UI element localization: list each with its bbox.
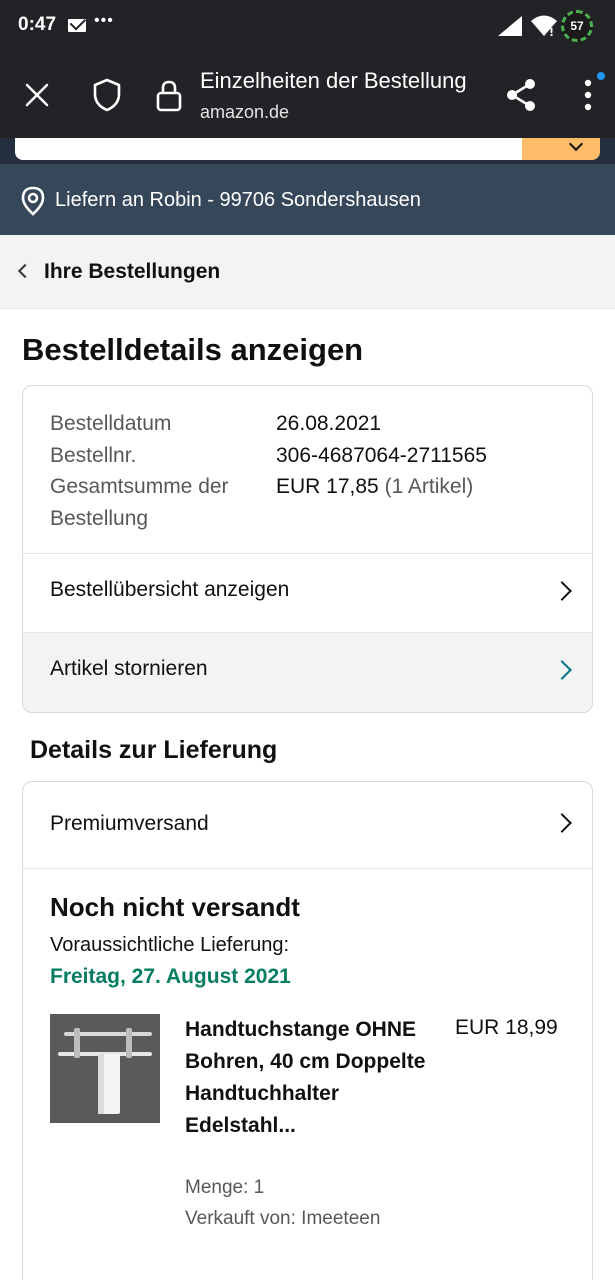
location-pin-icon	[21, 186, 45, 216]
order-number-value: 306-4687064-2711565	[276, 443, 487, 467]
order-date-value: 26.08.2021	[276, 412, 382, 435]
order-number-label: Bestellnr.	[50, 443, 137, 467]
share-icon[interactable]	[498, 72, 544, 118]
chevron-left-icon	[17, 263, 33, 279]
cancel-items-row[interactable]: Artikel stornieren	[23, 632, 592, 712]
product-price: EUR 18,99	[455, 1016, 558, 1039]
wifi-icon: !	[531, 15, 557, 38]
more-notifications-icon: •••	[94, 12, 114, 29]
expected-delivery-date: Freitag, 27. August 2021	[50, 965, 291, 988]
browser-toolbar: Einzelheiten der Bestellung amazon.de	[0, 52, 615, 138]
status-bar: 0:47 ••• ! 57	[0, 0, 615, 52]
expected-delivery-label: Voraussichtliche Lieferung:	[50, 934, 290, 956]
breadcrumb[interactable]: Ihre Bestellungen	[0, 235, 615, 309]
deliver-to-bar[interactable]: Liefern an Robin - 99706 Sondershausen	[0, 164, 615, 235]
chevron-right-icon	[552, 581, 572, 601]
product-title[interactable]: Handtuchstange OHNE Bohren, 40 cm Doppel…	[185, 1014, 435, 1142]
order-summary-row[interactable]: Bestellübersicht anzeigen	[23, 553, 592, 632]
browser-page-title[interactable]: Einzelheiten der Bestellung	[200, 68, 467, 94]
lock-icon[interactable]	[150, 76, 188, 116]
signal-icon	[498, 16, 522, 36]
order-summary-link[interactable]: Bestellübersicht anzeigen	[50, 578, 289, 602]
order-info-card: Bestelldatum 26.08.2021 Bestellnr. 306-4…	[22, 385, 593, 713]
delivery-card: Premiumversand Noch nicht versandt Vorau…	[22, 781, 593, 1280]
product-image[interactable]	[50, 1014, 160, 1123]
shipment-status: Noch nicht versandt	[50, 892, 300, 922]
shield-icon[interactable]	[84, 72, 130, 118]
chevron-right-icon	[552, 660, 572, 680]
order-date-label: Bestelldatum	[50, 412, 172, 435]
battery-icon: 57	[561, 10, 593, 42]
status-time: 0:47	[18, 14, 57, 35]
chevron-right-icon	[552, 813, 572, 833]
delivery-section-title: Details zur Lieferung	[30, 736, 278, 764]
order-total-label-line1: Gesamtsumme der	[50, 475, 229, 498]
close-icon[interactable]	[14, 72, 60, 118]
order-total-amount: EUR 17,85	[276, 475, 379, 498]
search-button[interactable]	[522, 138, 600, 160]
cancel-items-link[interactable]: Artikel stornieren	[50, 657, 208, 681]
product-seller: Verkauft von: Imeeteen	[185, 1208, 381, 1229]
order-item-count: (1 Artikel)	[384, 475, 474, 498]
search-input[interactable]	[15, 138, 523, 160]
order-total-label-line2: Bestellung	[50, 506, 149, 530]
deliver-to-text: Liefern an Robin - 99706 Sondershausen	[55, 189, 421, 211]
product-quantity: Menge: 1	[185, 1177, 265, 1198]
svg-text:!: !	[549, 26, 554, 38]
shipping-method-label[interactable]: Premiumversand	[50, 812, 209, 836]
update-badge	[597, 72, 605, 80]
page-title: Bestelldetails anzeigen	[22, 332, 364, 367]
mail-icon	[68, 19, 86, 32]
breadcrumb-your-orders[interactable]: Ihre Bestellungen	[44, 260, 220, 284]
shipping-method-row[interactable]: Premiumversand	[23, 782, 592, 868]
order-total-value: EUR 17,85 (1 Artikel)	[276, 471, 473, 503]
browser-url[interactable]: amazon.de	[200, 102, 289, 123]
